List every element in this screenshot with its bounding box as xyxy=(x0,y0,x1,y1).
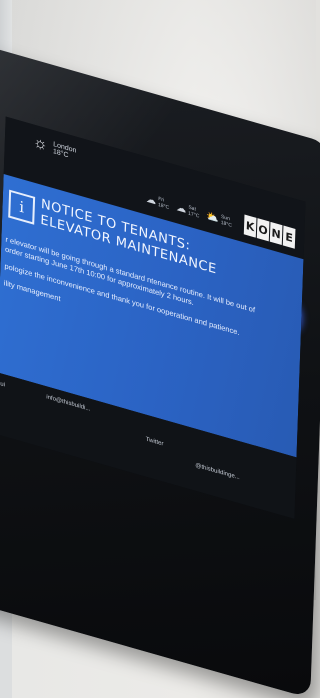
cloud-icon: ☁ xyxy=(176,201,187,216)
footer-twitter: Twitter xyxy=(145,436,164,448)
forecast-day: ☁ Fri 18°C xyxy=(146,193,170,211)
notice-body: r elevator will be going through a stand… xyxy=(3,235,255,366)
sun-icon: ☼ xyxy=(32,133,49,155)
logo-letter: O xyxy=(256,218,270,242)
footer-left-label: ui xyxy=(0,381,6,389)
logo-letter: E xyxy=(282,225,296,249)
current-weather: ☼ London 18°C xyxy=(32,133,77,162)
sun-cloud-icon: ⛅ xyxy=(206,210,220,225)
footer-handle: @thisbuildinge... xyxy=(195,462,240,482)
logo-letter: K xyxy=(243,214,257,238)
logo-letter: N xyxy=(269,221,283,246)
info-icon: i xyxy=(8,189,36,225)
display-tablet: ☼ London 18°C ☁ Fri 18°C ☁ Sat 17°C ⛅ Su… xyxy=(0,30,320,698)
forecast-day: ☁ Sat 17°C xyxy=(176,201,200,220)
footer-email: info@thisbuildi... xyxy=(46,394,91,413)
notice-signature: ility management xyxy=(3,278,61,304)
rain-cloud-icon: ☁ xyxy=(145,193,157,207)
forecast-day: ⛅ Sun 18°C xyxy=(206,210,232,229)
